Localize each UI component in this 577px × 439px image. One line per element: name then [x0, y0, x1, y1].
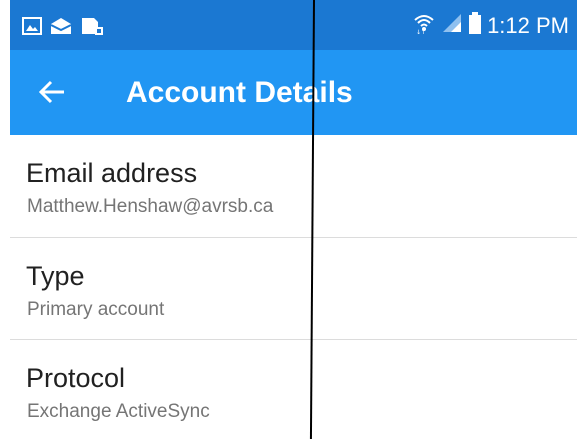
- svg-text:↓↑: ↓↑: [416, 29, 426, 34]
- type-label: Type: [26, 261, 85, 291]
- gallery-icon: [22, 17, 42, 40]
- protocol-row[interactable]: Protocol Exchange ActiveSync: [10, 340, 577, 439]
- account-details-screen: ↓↑ 1:12 PM Account Details Email address…: [0, 0, 577, 439]
- type-value: Primary account: [27, 299, 165, 320]
- sd-card-icon: [80, 16, 104, 41]
- status-time: 1:12 PM: [487, 12, 569, 38]
- email-address-row[interactable]: Email address Matthew.Henshaw@avrsb.ca: [10, 135, 577, 237]
- system-icons: ↓↑ 1:12 PM: [413, 12, 569, 39]
- page-title: Account Details: [126, 76, 353, 109]
- signal-icon: [441, 12, 463, 39]
- app-bar: Account Details: [10, 50, 577, 135]
- type-row[interactable]: Type Primary account: [10, 238, 577, 340]
- protocol-value: Exchange ActiveSync: [27, 401, 210, 422]
- protocol-label: Protocol: [26, 363, 126, 393]
- email-address-label: Email address: [26, 158, 198, 188]
- wifi-icon: ↓↑: [413, 12, 435, 39]
- notification-icons: [22, 16, 104, 41]
- arrow-back-icon: [38, 80, 66, 109]
- email-address-value: Matthew.Henshaw@avrsb.ca: [27, 196, 274, 217]
- battery-icon: [469, 12, 482, 39]
- back-button[interactable]: [32, 74, 72, 114]
- status-bar: ↓↑ 1:12 PM: [10, 0, 577, 50]
- mail-icon: [50, 17, 72, 40]
